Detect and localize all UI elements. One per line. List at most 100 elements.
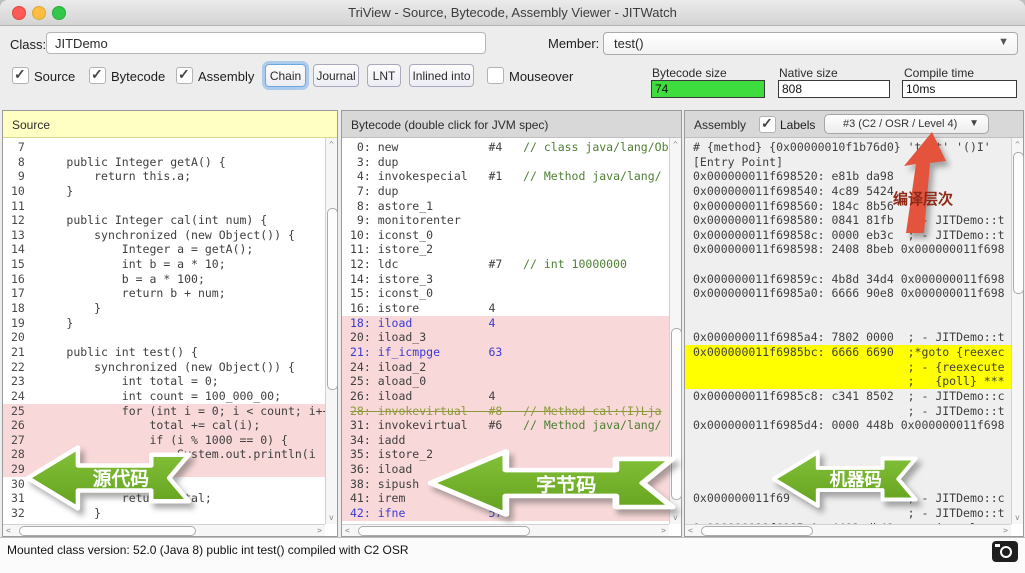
- assembly-vertical-scrollbar[interactable]: ^ v: [1011, 138, 1023, 524]
- triview-window: TriView - Source, Bytecode, Assembly Vie…: [0, 0, 1025, 573]
- assembly-line[interactable]: [Entry Point]: [685, 155, 1011, 170]
- scroll-down-icon[interactable]: v: [1015, 514, 1020, 522]
- class-input[interactable]: [46, 32, 486, 54]
- bytecode-line[interactable]: 7: dup: [342, 184, 669, 199]
- scrollbar-thumb[interactable]: [1013, 152, 1024, 294]
- bytecode-line[interactable]: 15: iconst_0: [342, 286, 669, 301]
- scroll-up-icon[interactable]: ^: [1015, 141, 1020, 149]
- assembly-line[interactable]: 0x000000011f698540: 4c89 5424: [685, 184, 1011, 199]
- bytecode-line[interactable]: 16: istore 4: [342, 301, 669, 316]
- source-line[interactable]: 17 return b + num;: [3, 286, 325, 301]
- scroll-left-icon[interactable]: <: [345, 527, 350, 535]
- assembly-line[interactable]: ; - JITDemo::t: [685, 404, 1011, 419]
- source-line[interactable]: 26 total += cal(i);: [3, 418, 325, 433]
- source-arrow-label: 源代码: [93, 467, 150, 489]
- scrollbar-thumb[interactable]: [327, 208, 338, 390]
- assembly-line[interactable]: 0x000000011f6985bc: 6666 6690 ;*goto {re…: [685, 345, 1011, 360]
- source-line[interactable]: 10 }: [3, 184, 325, 199]
- assembly-line[interactable]: 0x000000011f69858c: 0000 eb3c ; - JITDem…: [685, 228, 1011, 243]
- source-line[interactable]: 25 for (int i = 0; i < count; i++) {: [3, 404, 325, 419]
- bytecode-line[interactable]: 11: istore_2: [342, 242, 669, 257]
- source-line[interactable]: 9 return this.a;: [3, 169, 325, 184]
- source-line[interactable]: 12 public Integer cal(int num) {: [3, 213, 325, 228]
- bytecode-line[interactable]: 4: invokespecial #1 // Method java/lang/: [342, 169, 669, 184]
- bytecode-line[interactable]: 0: new #4 // class java/lang/Obj: [342, 140, 669, 155]
- inlined-into-button[interactable]: Inlined into: [409, 64, 474, 87]
- assembly-line[interactable]: 0x000000011f698580: 0841 81fb ; - JITDem…: [685, 213, 1011, 228]
- scroll-right-icon[interactable]: >: [317, 527, 322, 535]
- source-line[interactable]: 24 int count = 100_000_00;: [3, 389, 325, 404]
- bytecode-line[interactable]: 14: istore_3: [342, 272, 669, 287]
- journal-button[interactable]: Journal: [313, 64, 359, 87]
- scrollbar-thumb[interactable]: [19, 526, 196, 536]
- assembly-horizontal-scrollbar[interactable]: < >: [685, 524, 1011, 536]
- assembly-line[interactable]: [685, 316, 1011, 331]
- source-line[interactable]: 7: [3, 140, 325, 155]
- source-line[interactable]: 13 synchronized (new Object()) {: [3, 228, 325, 243]
- source-line[interactable]: 15 int b = a * 10;: [3, 257, 325, 272]
- source-vertical-scrollbar[interactable]: ^ v: [325, 138, 337, 524]
- scroll-up-icon[interactable]: ^: [673, 141, 678, 149]
- scroll-left-icon[interactable]: <: [6, 527, 11, 535]
- scrollbar-thumb[interactable]: [358, 526, 530, 536]
- bytecode-line[interactable]: 24: iload_2: [342, 360, 669, 375]
- bytecode-line[interactable]: 21: if_icmpge 63: [342, 345, 669, 360]
- bytecode-line[interactable]: 3: dup: [342, 155, 669, 170]
- bytecode-line[interactable]: 10: iconst_0: [342, 228, 669, 243]
- mouseover-checkbox-label: Mouseover: [509, 69, 573, 84]
- bytecode-line[interactable]: 18: iload 4: [342, 316, 669, 331]
- scroll-up-icon[interactable]: ^: [329, 141, 334, 149]
- lnt-button[interactable]: LNT: [367, 64, 401, 87]
- bytecode-line[interactable]: 8: astore_1: [342, 199, 669, 214]
- assembly-line[interactable]: 0x000000011f698520: e81b da98: [685, 169, 1011, 184]
- bytecode-line[interactable]: 26: iload 4: [342, 389, 669, 404]
- source-line[interactable]: 21 public int test() {: [3, 345, 325, 360]
- scroll-left-icon[interactable]: <: [688, 527, 693, 535]
- source-line[interactable]: 18 }: [3, 301, 325, 316]
- member-dropdown[interactable]: test() ▼: [603, 32, 1018, 55]
- assembly-line[interactable]: 0x000000011f6985a0: 6666 90e8 0x00000001…: [685, 286, 1011, 301]
- source-line[interactable]: 19 }: [3, 316, 325, 331]
- bytecode-line[interactable]: 28: invokevirtual #8 // Method cal:(I)Lj…: [342, 404, 669, 419]
- assembly-line[interactable]: # {method} {0x00000010f1b76d0} 'test' '(…: [685, 140, 1011, 155]
- source-line[interactable]: 11: [3, 199, 325, 214]
- bytecode-line[interactable]: 9: monitorenter: [342, 213, 669, 228]
- scrollbar-thumb[interactable]: [701, 526, 813, 536]
- source-line[interactable]: 20: [3, 330, 325, 345]
- source-line[interactable]: 23 int total = 0;: [3, 374, 325, 389]
- source-line[interactable]: 8 public Integer getA() {: [3, 155, 325, 170]
- assembly-line[interactable]: 0x000000011f698598: 2408 8beb 0x00000001…: [685, 242, 1011, 257]
- assembly-line[interactable]: 0x000000011f6985d4: 0000 448b 0x00000001…: [685, 418, 1011, 433]
- bytecode-line[interactable]: 31: invokevirtual #6 // Method java/lang…: [342, 418, 669, 433]
- assembly-line[interactable]: ; {poll} ***: [685, 374, 1011, 389]
- bytecode-checkbox-label: Bytecode: [111, 69, 165, 84]
- assembly-line[interactable]: [685, 257, 1011, 272]
- source-line[interactable]: 16 b = a * 100;: [3, 272, 325, 287]
- source-line[interactable]: 22 synchronized (new Object()) {: [3, 360, 325, 375]
- scroll-right-icon[interactable]: >: [661, 527, 666, 535]
- assembly-panel-title: Assembly: [694, 118, 746, 132]
- bytecode-line[interactable]: 25: aload_0: [342, 374, 669, 389]
- bytecode-horizontal-scrollbar[interactable]: < >: [342, 524, 669, 536]
- assembly-line[interactable]: 0x000000011f6985c8: c341 8502 ; - JITDem…: [685, 389, 1011, 404]
- camera-icon[interactable]: [992, 541, 1018, 562]
- scroll-down-icon[interactable]: v: [329, 514, 334, 522]
- compile-level-value: #3 (C2 / OSR / Level 4): [843, 118, 957, 130]
- assembly-checkbox[interactable]: [176, 67, 193, 84]
- labels-checkbox[interactable]: [759, 116, 776, 133]
- chain-button[interactable]: Chain: [265, 64, 306, 87]
- bytecode-line[interactable]: 20: iload_3: [342, 330, 669, 345]
- assembly-line[interactable]: 0x000000011f6985a4: 7802 0000 ; - JITDem…: [685, 330, 1011, 345]
- assembly-line[interactable]: 0x000000011f698560: 184c 8b56: [685, 199, 1011, 214]
- assembly-line[interactable]: [685, 301, 1011, 316]
- source-line[interactable]: 14 Integer a = getA();: [3, 242, 325, 257]
- bytecode-checkbox[interactable]: [89, 67, 106, 84]
- source-checkbox-label: Source: [34, 69, 75, 84]
- bytecode-line[interactable]: 12: ldc #7 // int 10000000: [342, 257, 669, 272]
- assembly-line[interactable]: 0x000000011f69859c: 4b8d 34d4 0x00000001…: [685, 272, 1011, 287]
- scroll-right-icon[interactable]: >: [1003, 527, 1008, 535]
- mouseover-checkbox[interactable]: [487, 67, 504, 84]
- source-checkbox[interactable]: [12, 67, 29, 84]
- source-horizontal-scrollbar[interactable]: < >: [3, 524, 325, 536]
- assembly-line[interactable]: ; - {reexecute: [685, 360, 1011, 375]
